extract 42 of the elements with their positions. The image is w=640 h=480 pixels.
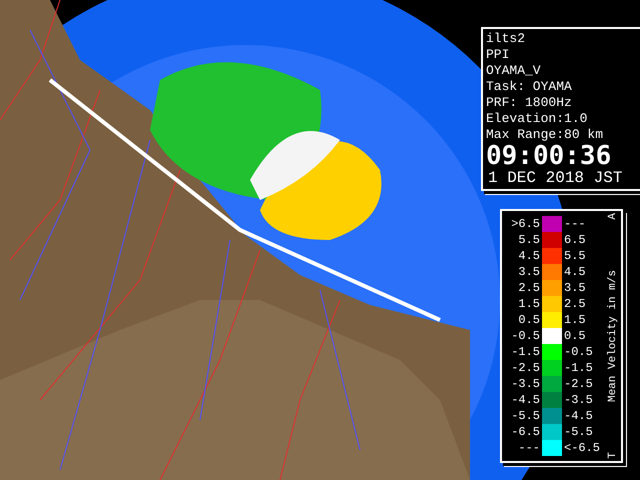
legend-low-value: 0.5 <box>517 313 541 327</box>
legend-low-value: 4.5 <box>517 249 541 263</box>
legend-low-value: 1.5 <box>517 297 541 311</box>
legend-high-value: <-6.5 <box>563 441 602 455</box>
legend-high-value: --- <box>563 217 587 231</box>
legend-high-value: -5.5 <box>563 425 594 439</box>
info-line: PRF: 1800Hz <box>486 95 573 111</box>
legend-low-value: 5.5 <box>517 233 541 247</box>
legend-high-value: 2.5 <box>563 297 587 311</box>
legend-low-value: 2.5 <box>517 281 541 295</box>
legend-low-value: -2.5 <box>510 361 541 375</box>
legend-high-value: 5.5 <box>563 249 587 263</box>
legend-low-value: -6.5 <box>510 425 541 439</box>
legend-high-value: 0.5 <box>563 329 587 343</box>
legend-high-value: 3.5 <box>563 281 587 295</box>
legend-low-value: -3.5 <box>510 377 541 391</box>
legend-high-value: 1.5 <box>563 313 587 327</box>
legend-high-value: 4.5 <box>563 265 587 279</box>
legend-top-mark: A <box>606 213 618 220</box>
legend-low-value: --- <box>517 441 541 455</box>
info-line: Task: OYAMA <box>486 79 573 95</box>
legend-high-value: -4.5 <box>563 409 594 423</box>
info-line: Max Range:80 km <box>486 127 604 143</box>
legend-low-value: 3.5 <box>517 265 541 279</box>
legend-low-value: -4.5 <box>510 393 541 407</box>
legend-high-value: -1.5 <box>563 361 594 375</box>
legend-low-value: >6.5 <box>510 217 541 231</box>
info-line: Elevation:1.0 <box>486 111 588 127</box>
info-line: ilts2 <box>486 31 526 47</box>
info-line: OYAMA_V <box>486 63 542 79</box>
legend-high-value: 6.5 <box>563 233 587 247</box>
date-text: 1 DEC 2018 JST <box>487 169 624 187</box>
legend-high-value: -2.5 <box>563 377 594 391</box>
info-line: PPI <box>486 47 510 63</box>
time-text: 09:00:36 <box>486 143 612 169</box>
legend-low-value: -1.5 <box>510 345 541 359</box>
legend-low-value: -5.5 <box>510 409 541 423</box>
legend-high-value: -0.5 <box>563 345 594 359</box>
legend-low-value: -0.5 <box>510 329 541 343</box>
legend-high-value: -3.5 <box>563 393 594 407</box>
legend-bottom-mark: T <box>606 452 618 459</box>
legend-title: Mean Velocity in m/s <box>606 270 618 402</box>
